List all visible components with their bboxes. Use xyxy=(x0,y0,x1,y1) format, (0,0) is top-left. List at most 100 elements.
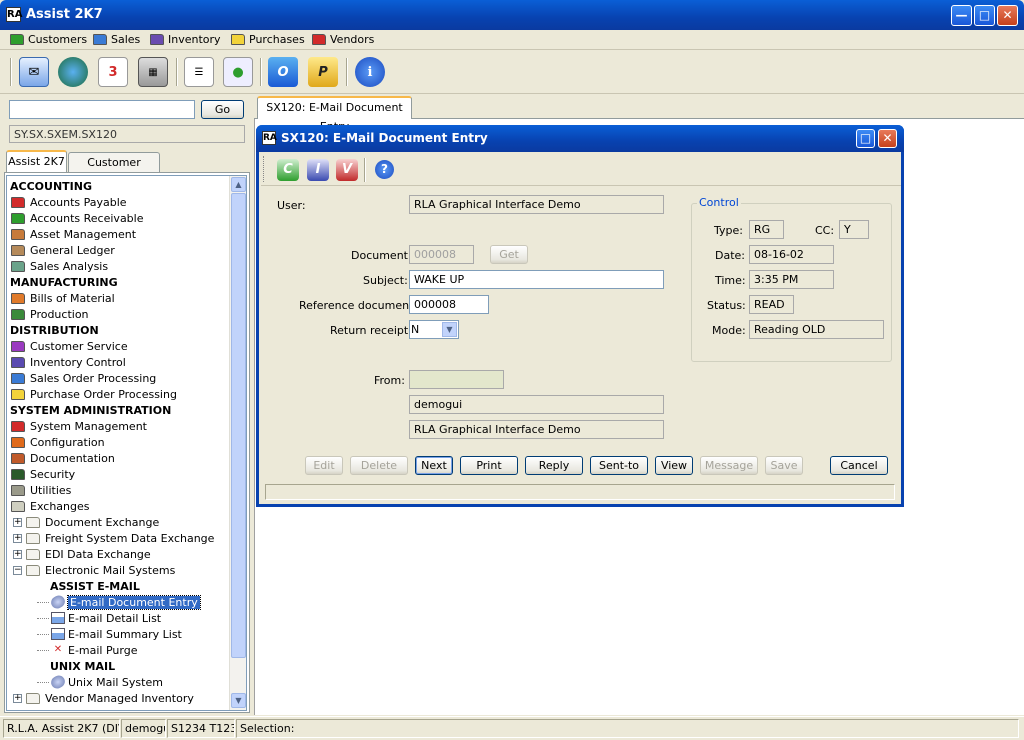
email-entry-dialog: RA SX120: E-Mail Document Entry □ ✕ C I … xyxy=(256,125,904,507)
outlook-icon[interactable]: O xyxy=(268,57,298,87)
status-session: S1234 T1234 xyxy=(167,719,235,738)
maximize-button[interactable]: □ xyxy=(974,5,995,26)
tree-header-unix-mail: UNIX MAIL xyxy=(50,658,115,674)
folder-icon xyxy=(26,564,40,576)
tree-item-electronic-mail-systems[interactable]: − Electronic Mail Systems xyxy=(13,562,175,578)
folder-icon xyxy=(11,340,25,352)
save-button[interactable]: Save xyxy=(765,456,803,475)
mail-icon[interactable]: ✉ xyxy=(19,57,49,87)
menu-purchases[interactable]: Purchases xyxy=(231,33,305,46)
tab-assist-2k7[interactable]: Assist 2K7 xyxy=(6,150,67,173)
reference-field[interactable]: 000008 xyxy=(409,295,489,314)
expand-icon[interactable]: + xyxy=(13,693,22,703)
tree-item-accounts-payable[interactable]: Accounts Payable xyxy=(11,194,127,210)
i-icon[interactable]: I xyxy=(307,159,329,181)
menu-sales[interactable]: Sales xyxy=(93,33,140,46)
toolbar-separator xyxy=(176,58,178,86)
tree-label: E-mail Detail List xyxy=(68,611,162,625)
edit-button[interactable]: Edit xyxy=(305,456,343,475)
tree-item-e-mail-purge[interactable]: ✕ E-mail Purge xyxy=(37,642,137,658)
tree-item-production[interactable]: Production xyxy=(11,306,89,322)
dialog-close-button[interactable]: ✕ xyxy=(878,129,897,148)
tree-item-system-management[interactable]: System Management xyxy=(11,418,147,434)
menu-vendors[interactable]: Vendors xyxy=(312,33,374,46)
chevron-down-icon[interactable]: ▼ xyxy=(442,322,457,337)
c-icon[interactable]: C xyxy=(277,159,299,181)
document-icon[interactable]: ☰ xyxy=(184,57,214,87)
tree-item-unix-mail-system[interactable]: Unix Mail System xyxy=(37,673,163,691)
tree-label: DISTRIBUTION xyxy=(10,323,99,337)
reply-button[interactable]: Reply xyxy=(525,456,583,475)
expand-icon[interactable]: + xyxy=(13,549,22,559)
sent-to-button[interactable]: Sent-to xyxy=(590,456,648,475)
scroll-down-icon[interactable]: ▼ xyxy=(231,693,246,708)
tree-item-sales-order-processing[interactable]: Sales Order Processing xyxy=(11,370,156,386)
tree-item-asset-management[interactable]: Asset Management xyxy=(11,226,136,242)
tree-item-security[interactable]: Security xyxy=(11,466,75,482)
tree-label: MANUFACTURING xyxy=(10,275,118,289)
tree-item-configuration[interactable]: Configuration xyxy=(11,434,105,450)
cc-label: CC: xyxy=(815,224,835,237)
type-field: RG xyxy=(749,220,784,239)
dialog-maximize-button[interactable]: □ xyxy=(856,129,875,148)
menu-inventory[interactable]: Inventory xyxy=(150,33,221,46)
delete-button[interactable]: Delete xyxy=(350,456,408,475)
calculator-icon[interactable]: ▦ xyxy=(138,57,168,87)
tree-scrollbar[interactable]: ▲ ▼ xyxy=(229,176,246,710)
tree-item-customer-service[interactable]: Customer Service xyxy=(11,338,128,354)
tree-item-document-exchange[interactable]: + Document Exchange xyxy=(13,514,159,530)
get-button[interactable]: Get xyxy=(490,245,528,264)
report-icon[interactable]: ● xyxy=(223,57,253,87)
tree-item-vendor-managed-inventory[interactable]: + Vendor Managed Inventory xyxy=(13,690,194,706)
tree-item-utilities[interactable]: Utilities xyxy=(11,482,71,498)
tree-item-e-mail-summary-list[interactable]: E-mail Summary List xyxy=(37,626,182,642)
tree-item-edi-data-exchange[interactable]: + EDI Data Exchange xyxy=(13,546,151,562)
tab-customer-service[interactable]: Customer Service xyxy=(68,152,160,188)
scroll-up-icon[interactable]: ▲ xyxy=(231,177,246,192)
folder-icon xyxy=(11,356,25,368)
tree-label: UNIX MAIL xyxy=(50,659,116,673)
tree-item-accounts-receivable[interactable]: Accounts Receivable xyxy=(11,210,144,226)
scrollbar-thumb[interactable] xyxy=(231,193,246,658)
globe-icon[interactable] xyxy=(58,57,88,87)
tree-item-e-mail-document-entry[interactable]: E-mail Document Entry xyxy=(37,593,201,611)
next-button[interactable]: Next xyxy=(415,456,453,475)
view-button[interactable]: View xyxy=(655,456,693,475)
tree-item-freight-system-data-exchange[interactable]: + Freight System Data Exchange xyxy=(13,530,214,546)
tree-label: Configuration xyxy=(30,435,105,449)
expand-icon[interactable]: + xyxy=(13,533,22,543)
p-icon[interactable]: P xyxy=(308,57,338,87)
cancel-button[interactable]: Cancel xyxy=(830,456,888,475)
calendar-icon[interactable]: 3 xyxy=(98,57,128,87)
info-icon[interactable]: i xyxy=(355,57,385,87)
message-button[interactable]: Message xyxy=(700,456,758,475)
close-button[interactable]: ✕ xyxy=(997,5,1018,26)
menu-customers[interactable]: Customers xyxy=(10,33,87,46)
tree-item-sales-analysis[interactable]: Sales Analysis xyxy=(11,258,108,274)
expand-icon[interactable]: + xyxy=(13,517,22,527)
tree-item-exchanges[interactable]: Exchanges xyxy=(11,498,89,514)
help-icon[interactable]: ? xyxy=(375,160,394,179)
status-app: R.L.A. Assist 2K7 (DIV) xyxy=(3,719,120,738)
subject-field[interactable]: WAKE UP xyxy=(409,270,664,289)
toolbar-separator xyxy=(364,158,366,182)
tree-item-purchase-order-processing[interactable]: Purchase Order Processing xyxy=(11,386,177,402)
folder-icon xyxy=(231,34,245,45)
tree-item-general-ledger[interactable]: General Ledger xyxy=(11,242,115,258)
return-receipt-select[interactable]: N ▼ xyxy=(409,320,459,339)
v-icon[interactable]: V xyxy=(336,159,358,181)
tree-item-bills-of-material[interactable]: Bills of Material xyxy=(11,290,115,306)
tree-item-inventory-control[interactable]: Inventory Control xyxy=(11,354,126,370)
search-input[interactable] xyxy=(9,100,195,119)
tree-item-documentation[interactable]: Documentation xyxy=(11,450,115,466)
minimize-button[interactable]: — xyxy=(951,5,972,26)
folder-icon xyxy=(11,484,25,496)
collapse-icon[interactable]: − xyxy=(13,565,22,575)
go-button[interactable]: Go xyxy=(201,100,244,119)
tree-item-e-mail-detail-list[interactable]: E-mail Detail List xyxy=(37,610,161,626)
toolbar-separator xyxy=(346,58,348,86)
print-button[interactable]: Print xyxy=(460,456,518,475)
tree-label: Bills of Material xyxy=(30,291,115,305)
tab-sx120[interactable]: SX120: E-Mail Document Entry xyxy=(257,96,412,133)
tree-label: Inventory Control xyxy=(30,355,126,369)
